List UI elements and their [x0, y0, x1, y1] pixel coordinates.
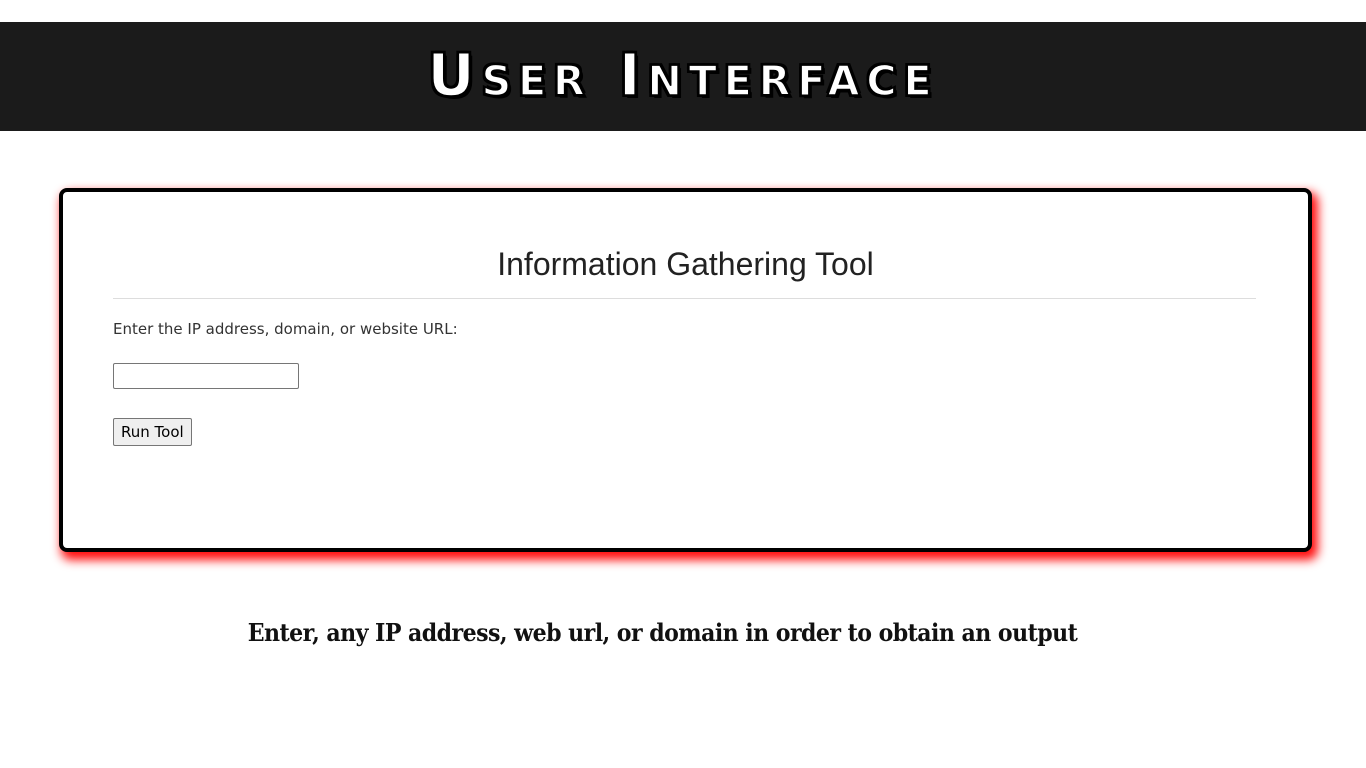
run-tool-button[interactable]: Run Tool [113, 418, 192, 446]
page-title: Information Gathering Tool [497, 246, 874, 282]
title-divider [113, 298, 1256, 299]
instruction-caption: Enter, any IP address, web url, or domai… [247, 618, 1078, 647]
tool-card: Information Gathering Tool Enter the IP … [59, 188, 1312, 552]
target-field-label: Enter the IP address, domain, or website… [113, 320, 458, 338]
banner-title: User Interface [427, 40, 939, 109]
header-banner: User Interface [0, 22, 1366, 131]
target-input[interactable] [113, 363, 299, 389]
